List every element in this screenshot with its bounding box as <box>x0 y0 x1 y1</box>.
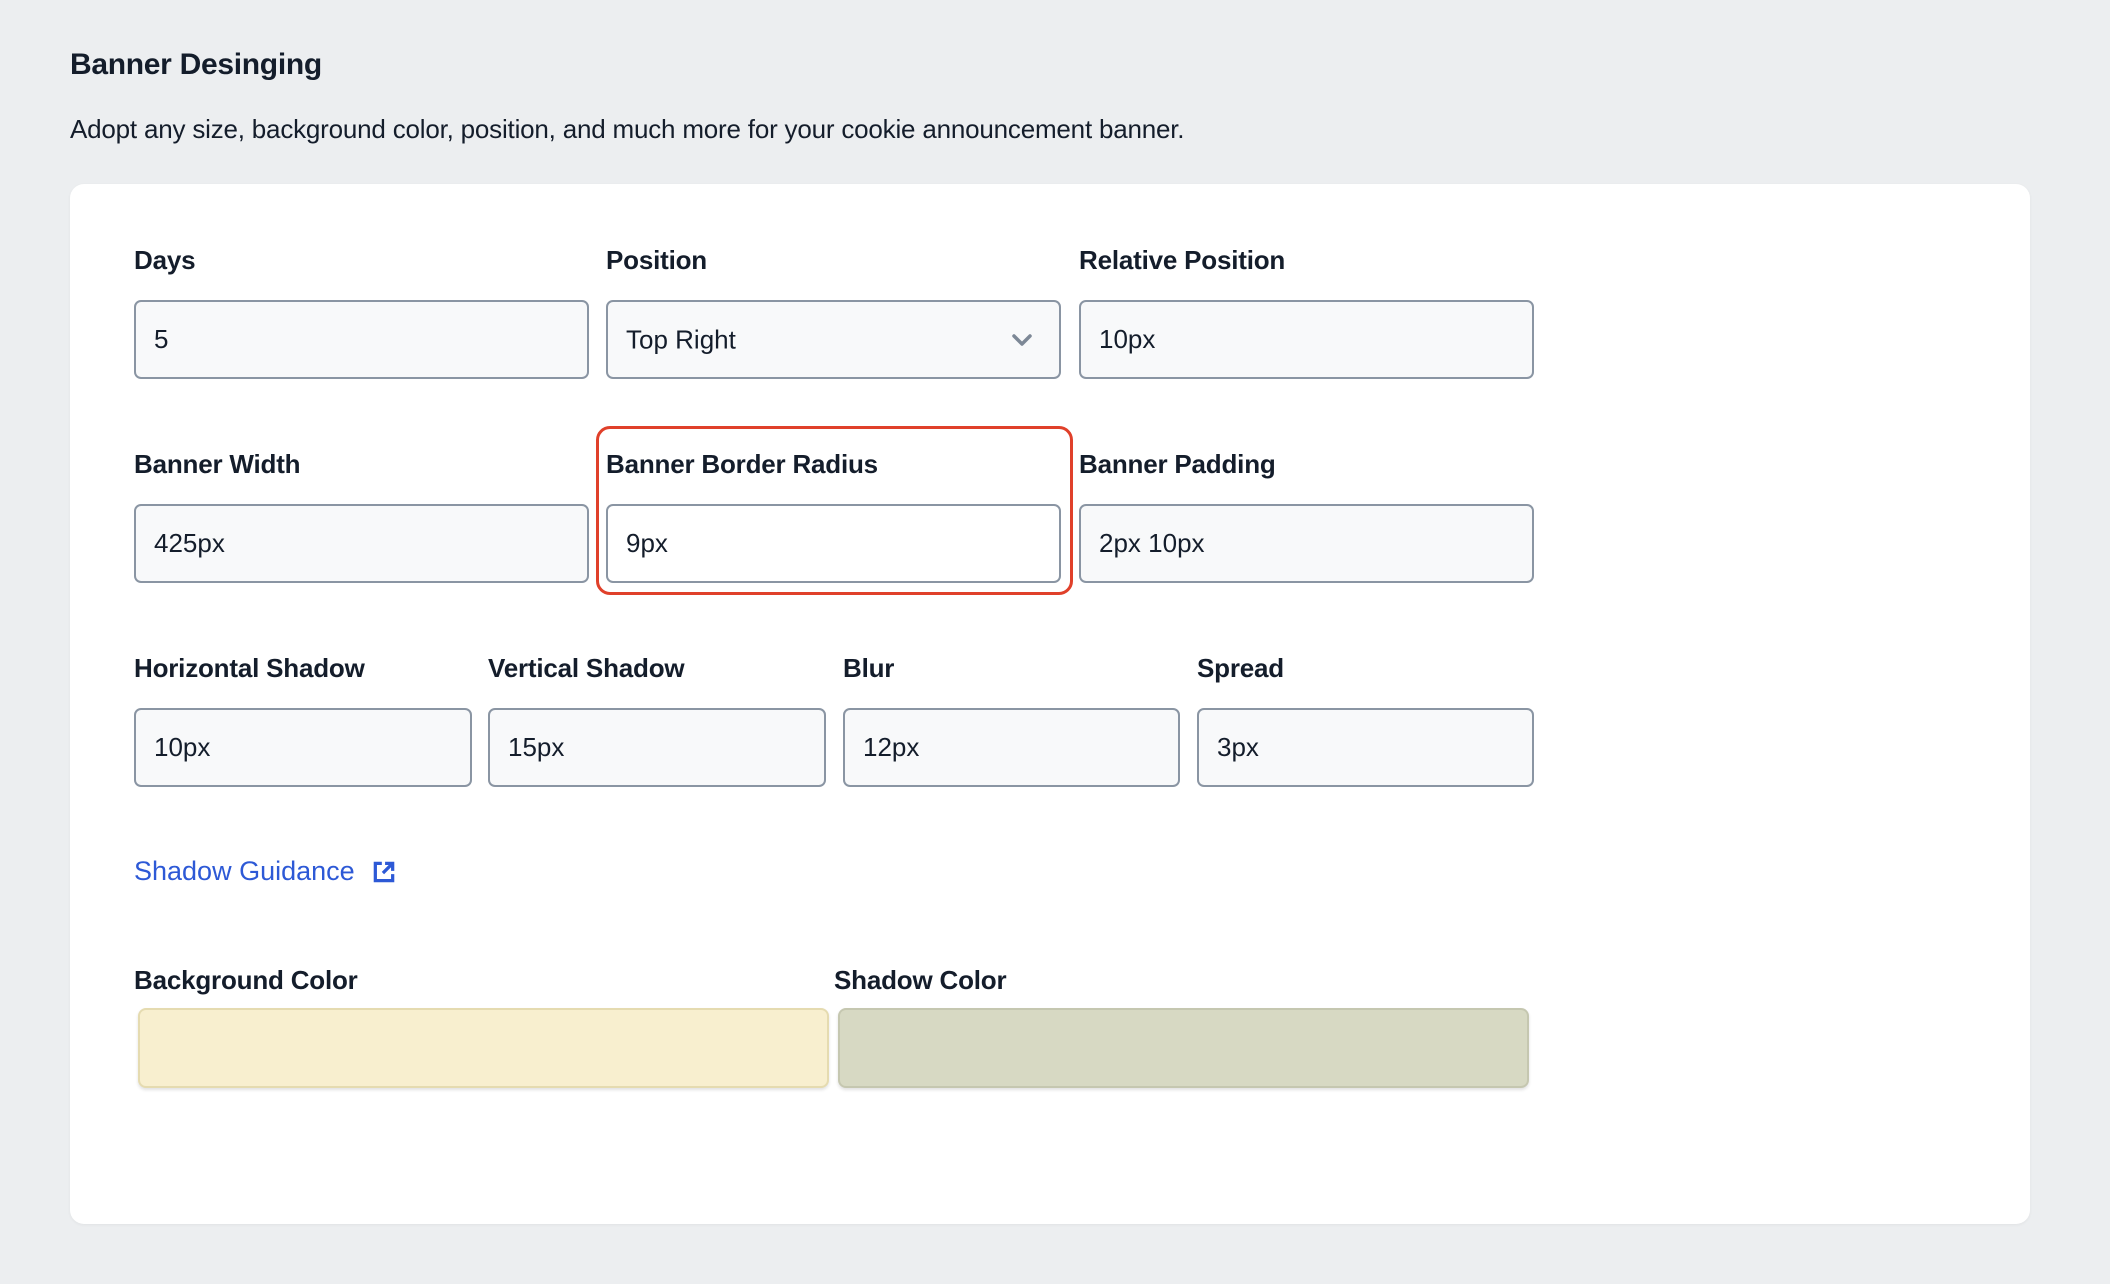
banner-padding-input[interactable] <box>1079 504 1534 583</box>
relative-position-label: Relative Position <box>1079 245 1286 275</box>
banner-padding-label: Banner Padding <box>1079 449 1276 479</box>
vertical-shadow-label: Vertical Shadow <box>488 653 685 683</box>
section-description: Adopt any size, background color, positi… <box>70 114 1185 144</box>
position-select[interactable]: Top Right <box>606 300 1061 379</box>
shadow-guidance-label: Shadow Guidance <box>134 856 355 886</box>
section-title: Banner Desinging <box>70 48 322 81</box>
position-select-value: Top Right <box>626 324 736 354</box>
days-input[interactable] <box>134 300 589 379</box>
background-color-label: Background Color <box>134 965 358 995</box>
blur-label: Blur <box>843 653 895 683</box>
banner-border-radius-label: Banner Border Radius <box>606 449 878 479</box>
banner-border-radius-input[interactable] <box>606 504 1061 583</box>
spread-label: Spread <box>1197 653 1284 683</box>
blur-input[interactable] <box>843 708 1180 787</box>
days-label: Days <box>134 245 196 275</box>
spread-input[interactable] <box>1197 708 1534 787</box>
horizontal-shadow-label: Horizontal Shadow <box>134 653 365 683</box>
horizontal-shadow-input[interactable] <box>134 708 472 787</box>
shadow-color-swatch[interactable] <box>838 1008 1529 1088</box>
background-color-swatch[interactable] <box>138 1008 829 1088</box>
banner-width-input[interactable] <box>134 504 589 583</box>
shadow-color-label: Shadow Color <box>834 965 1007 995</box>
chevron-down-icon <box>1012 333 1032 346</box>
external-link-icon <box>373 861 394 882</box>
vertical-shadow-input[interactable] <box>488 708 826 787</box>
position-label: Position <box>606 245 707 275</box>
relative-position-input[interactable] <box>1079 300 1534 379</box>
banner-width-label: Banner Width <box>134 449 301 479</box>
shadow-guidance-link[interactable]: Shadow Guidance <box>134 856 397 887</box>
